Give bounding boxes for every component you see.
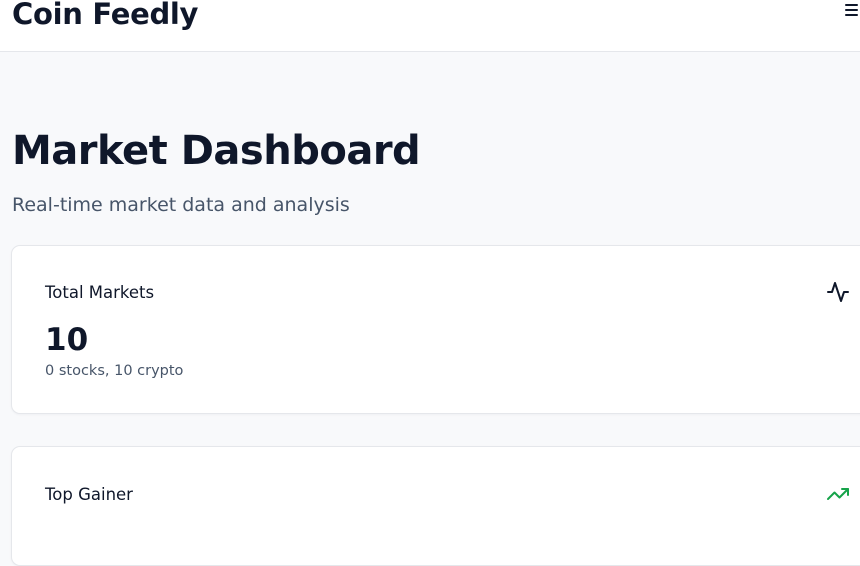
brand-logo-text[interactable]: Coin Feedly <box>12 0 198 36</box>
total-markets-breakdown: 0 stocks, 10 crypto <box>45 363 184 379</box>
page-subtitle: Real-time market data and analysis <box>12 194 350 216</box>
page-title: Market Dashboard <box>12 127 421 174</box>
top-gainer-card: Top Gainer <box>11 446 860 566</box>
total-markets-label: Total Markets <box>45 283 155 302</box>
total-markets-value: 10 <box>45 322 89 358</box>
hamburger-menu-icon[interactable] <box>842 0 860 20</box>
activity-pulse-icon <box>827 282 849 302</box>
total-markets-card: Total Markets 10 0 stocks, 10 crypto <box>11 245 860 414</box>
top-gainer-label: Top Gainer <box>45 485 133 504</box>
trending-up-icon <box>827 488 849 500</box>
top-navbar: Coin Feedly <box>0 0 860 52</box>
